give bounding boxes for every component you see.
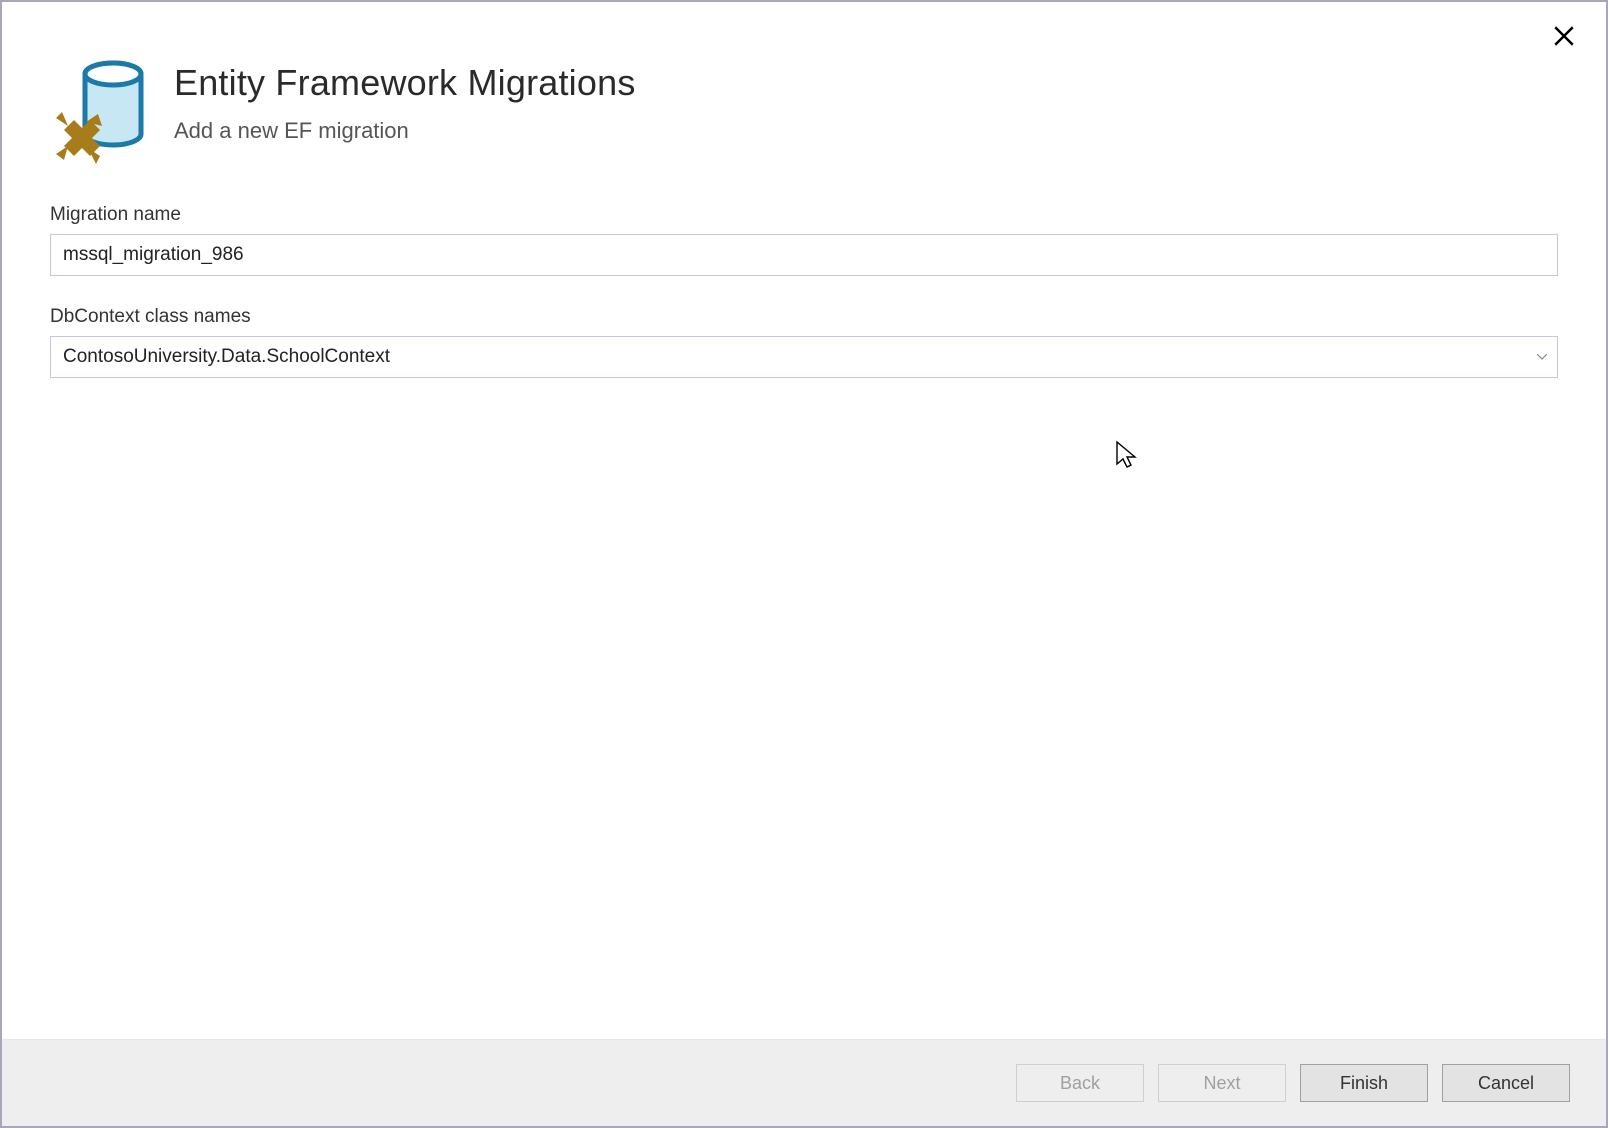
dbcontext-input[interactable] <box>50 336 1558 378</box>
dialog-footer: Back Next Finish Cancel <box>2 1039 1606 1126</box>
dialog-window: Entity Framework Migrations Add a new EF… <box>0 0 1608 1128</box>
next-button: Next <box>1158 1064 1286 1102</box>
dialog-subtitle: Add a new EF migration <box>174 118 636 144</box>
dbcontext-combo[interactable] <box>50 336 1558 378</box>
dialog-header: Entity Framework Migrations Add a new EF… <box>2 2 1606 186</box>
migrations-icon <box>50 56 150 166</box>
back-button: Back <box>1016 1064 1144 1102</box>
cancel-button[interactable]: Cancel <box>1442 1064 1570 1102</box>
dialog-title: Entity Framework Migrations <box>174 62 636 104</box>
dialog-content: Migration name DbContext class names <box>2 186 1606 1039</box>
dbcontext-label: DbContext class names <box>50 306 1558 328</box>
migration-name-label: Migration name <box>50 204 1558 226</box>
migration-name-group: Migration name <box>50 204 1558 276</box>
migration-name-input[interactable] <box>50 234 1558 276</box>
close-icon <box>1554 26 1574 46</box>
dbcontext-group: DbContext class names <box>50 306 1558 378</box>
close-button[interactable] <box>1548 20 1580 52</box>
header-text-block: Entity Framework Migrations Add a new EF… <box>174 56 636 144</box>
finish-button[interactable]: Finish <box>1300 1064 1428 1102</box>
